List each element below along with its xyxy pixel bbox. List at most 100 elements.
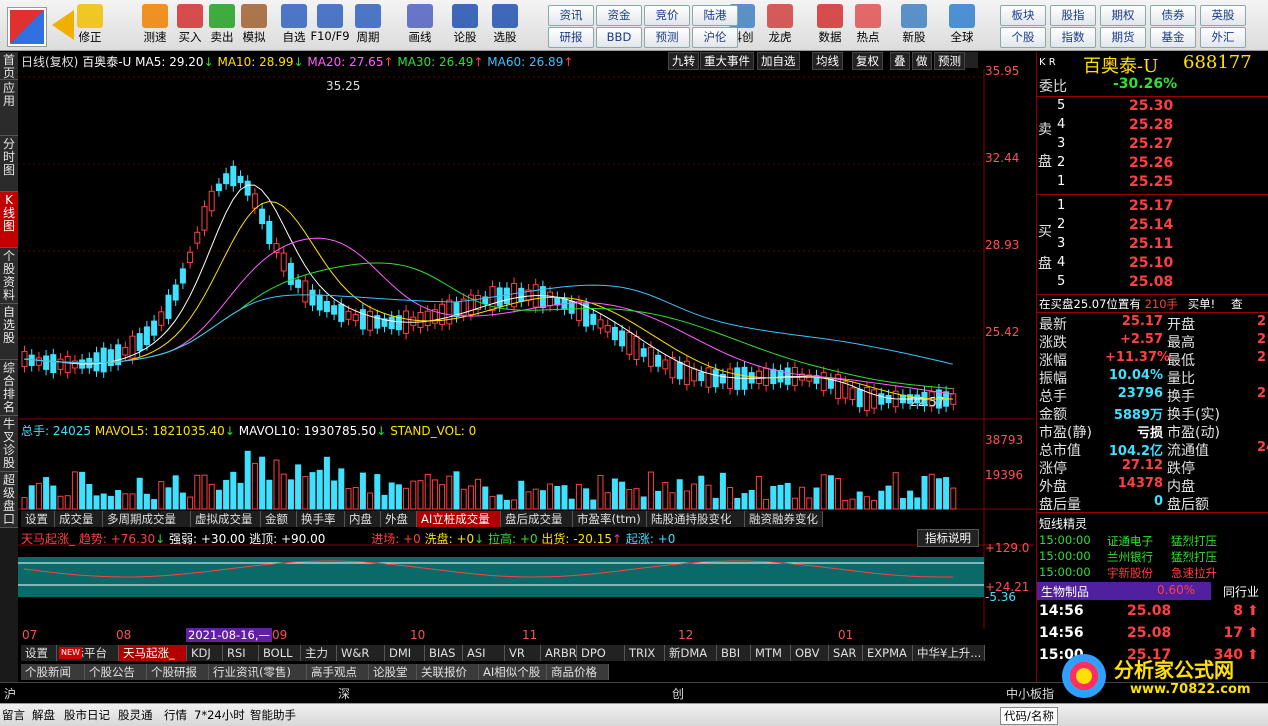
- bottom-indicator-tab-3[interactable]: KDJ: [187, 645, 223, 661]
- toolbar-pencil-button[interactable]: 画线: [400, 2, 440, 48]
- chart-btn-2[interactable]: 加自选: [757, 52, 800, 70]
- chart-btn-5[interactable]: 叠: [890, 52, 910, 70]
- bottom-indicator-tab-18[interactable]: OBV: [791, 645, 829, 661]
- bottom-indicator-tab-19[interactable]: SAR: [829, 645, 863, 661]
- bottom-indicator-tab-7[interactable]: W&R: [337, 645, 385, 661]
- same-industry-button[interactable]: 同行业: [1223, 583, 1259, 600]
- bid-price[interactable]: 25.17: [1129, 198, 1173, 214]
- ask-price[interactable]: 25.30: [1129, 98, 1173, 114]
- toolbar-dragon-button[interactable]: 龙虎: [760, 2, 800, 48]
- bottom-indicator-tab-13[interactable]: DPO: [577, 645, 625, 661]
- grid2-button-0-2[interactable]: 期权: [1100, 5, 1146, 26]
- bottom-indicator-tab-20[interactable]: EXPMA: [863, 645, 913, 661]
- bottom-indicator-tab-4[interactable]: RSI: [223, 645, 259, 661]
- news-tab-5[interactable]: 论股堂: [369, 664, 417, 680]
- sector-bar[interactable]: 生物制品 0.60%: [1037, 582, 1211, 600]
- ask-price[interactable]: 25.28: [1129, 117, 1173, 133]
- chart-btn-3[interactable]: 均线: [812, 52, 843, 70]
- bottom-indicator-tab-2[interactable]: 天马起涨_: [119, 645, 187, 661]
- ask-price[interactable]: 25.25: [1129, 174, 1173, 190]
- chart-btn-7[interactable]: 预测: [934, 52, 965, 70]
- indicator-tab-5[interactable]: 换手率: [297, 511, 345, 527]
- indicator-tab-10[interactable]: 市盈率(ttm): [573, 511, 647, 527]
- bottom-indicator-tab-5[interactable]: BOLL: [259, 645, 301, 661]
- grid-button-0-3[interactable]: 陆港: [692, 5, 738, 26]
- toolbar-pe-button[interactable]: 数据: [810, 2, 850, 48]
- taskbar-item-4[interactable]: 行情: [164, 707, 187, 723]
- grid2-button-1-2[interactable]: 期货: [1100, 27, 1146, 48]
- toolbar-window-button[interactable]: F10/F9: [310, 2, 350, 48]
- left-tab-2[interactable]: 分时图: [0, 136, 18, 192]
- toolbar-cycle-button[interactable]: 周期: [348, 2, 388, 48]
- toolbar-magnifier-button[interactable]: 选股: [485, 2, 525, 48]
- taskbar-item-5[interactable]: 7*24小时: [194, 707, 245, 723]
- period-label[interactable]: 日线(复权): [21, 55, 78, 69]
- ask-price[interactable]: 25.26: [1129, 155, 1173, 171]
- elves-stock[interactable]: 证通电子: [1107, 533, 1153, 549]
- grid2-button-0-4[interactable]: 英股: [1200, 5, 1246, 26]
- left-tab-4[interactable]: 个股资料: [0, 248, 18, 304]
- bottom-indicator-tab-8[interactable]: DMI: [385, 645, 425, 661]
- bottom-indicator-tab-16[interactable]: BBI: [717, 645, 751, 661]
- news-tab-2[interactable]: 个股研报: [147, 664, 209, 680]
- indicator-explain-button[interactable]: 指标说明: [917, 529, 979, 547]
- indicator-tab-2[interactable]: 多周期成交量: [103, 511, 191, 527]
- chart-btn-1[interactable]: 重大事件: [700, 52, 754, 70]
- app-logo-icon[interactable]: [8, 8, 46, 46]
- taskbar-item-0[interactable]: 留言: [2, 707, 25, 723]
- indicator-tab-12[interactable]: 融资融券变化: [745, 511, 823, 527]
- grid2-button-0-3[interactable]: 债券: [1150, 5, 1196, 26]
- toolbar-arrow-up-button[interactable]: 修正: [70, 2, 110, 48]
- toolbar-clock-button[interactable]: 测速: [135, 2, 175, 48]
- bid-price[interactable]: 25.08: [1129, 274, 1173, 290]
- sz-index[interactable]: 深: [338, 685, 350, 702]
- toolbar-globe-button[interactable]: 全球: [942, 2, 982, 48]
- grid-button-1-2[interactable]: 预测: [644, 27, 690, 48]
- grid2-button-1-1[interactable]: 指数: [1050, 27, 1096, 48]
- elves-stock[interactable]: 宇新股份: [1107, 565, 1153, 581]
- bottom-indicator-tab-12[interactable]: ARBR: [541, 645, 577, 661]
- news-tab-1[interactable]: 个股公告: [85, 664, 147, 680]
- news-tab-8[interactable]: 商品价格: [547, 664, 609, 680]
- bid-price[interactable]: 25.11: [1129, 236, 1173, 252]
- indicator-tab-8[interactable]: AI立桩成交量: [417, 511, 501, 527]
- bottom-indicator-tab-11[interactable]: VR: [505, 645, 541, 661]
- ask-price[interactable]: 25.27: [1129, 136, 1173, 152]
- indicator-tab-6[interactable]: 内盘: [345, 511, 381, 527]
- toolbar-hammer-button[interactable]: 模拟: [234, 2, 274, 48]
- indicator-tab-9[interactable]: 盘后成交量: [501, 511, 573, 527]
- elves-title[interactable]: 短线精灵: [1039, 515, 1087, 532]
- grid2-button-1-4[interactable]: 外汇: [1200, 27, 1246, 48]
- news-tab-4[interactable]: 高手观点: [307, 664, 369, 680]
- grid-button-0-2[interactable]: 竞价: [644, 5, 690, 26]
- toolbar-hot-button[interactable]: 热点: [848, 2, 888, 48]
- indicator-tab-1[interactable]: 成交量: [55, 511, 103, 527]
- bottom-indicator-tab-21[interactable]: 中华¥上升...: [913, 645, 985, 661]
- taskbar-item-2[interactable]: 股市日记: [64, 707, 110, 723]
- bottom-indicator-tab-17[interactable]: MTM: [751, 645, 791, 661]
- toolbar-star-button[interactable]: 自选: [274, 2, 314, 48]
- chart-btn-6[interactable]: 做: [912, 52, 932, 70]
- left-tab-6[interactable]: 综合排名: [0, 360, 18, 416]
- code-search-input[interactable]: 代码/名称: [1000, 707, 1058, 725]
- bid-price[interactable]: 25.14: [1129, 217, 1173, 233]
- zx-index[interactable]: 中小板指: [1006, 685, 1054, 702]
- chart-btn-0[interactable]: 九转: [668, 52, 699, 70]
- grid2-button-1-0[interactable]: 个股: [1000, 27, 1046, 48]
- taskbar-item-6[interactable]: 智能助手: [250, 707, 296, 723]
- bottom-indicator-tab-0[interactable]: 设置: [21, 645, 57, 661]
- grid2-button-0-1[interactable]: 股指: [1050, 5, 1096, 26]
- indicator-tab-4[interactable]: 金额: [261, 511, 297, 527]
- left-tab-8[interactable]: 超级盘口: [0, 472, 18, 528]
- sh-index[interactable]: 沪: [4, 685, 16, 702]
- toolbar-ipo-button[interactable]: 新股: [894, 2, 934, 48]
- bottom-indicator-tab-15[interactable]: 新DMA: [665, 645, 717, 661]
- bid-price[interactable]: 25.10: [1129, 255, 1173, 271]
- left-tab-0[interactable]: 首页: [0, 52, 18, 80]
- bottom-indicator-tab-14[interactable]: TRIX: [625, 645, 665, 661]
- left-tab-1[interactable]: 应用: [0, 80, 18, 136]
- bottom-indicator-tab-10[interactable]: ASI: [463, 645, 505, 661]
- news-tab-6[interactable]: 关联报价: [417, 664, 479, 680]
- left-tab-7[interactable]: 牛叉诊股: [0, 416, 18, 472]
- taskbar-item-3[interactable]: 股灵通: [118, 707, 153, 723]
